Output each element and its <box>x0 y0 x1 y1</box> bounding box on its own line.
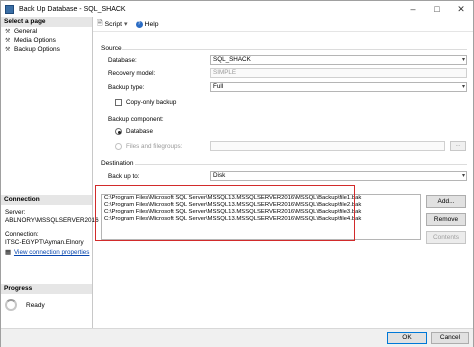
component-database-label: Database <box>126 128 153 135</box>
page-item-label: General <box>14 28 38 35</box>
back-up-to-label: Back up to: <box>108 173 140 180</box>
remove-button[interactable]: Remove <box>426 213 466 226</box>
properties-icon: ▦ <box>5 249 11 256</box>
page-item-backup-options[interactable]: ⚒ Backup Options <box>1 45 92 54</box>
progress-spinner-icon <box>5 299 17 311</box>
component-files-label: Files and filegroups: <box>126 143 183 150</box>
cancel-button[interactable]: Cancel <box>431 332 469 344</box>
chevron-down-icon: ▾ <box>461 84 465 90</box>
files-filegroups-field <box>210 141 445 151</box>
help-label: Help <box>144 20 159 28</box>
back-up-to-select[interactable]: Disk ▾ <box>210 171 467 181</box>
ok-button[interactable]: OK <box>387 332 427 344</box>
script-button[interactable]: 🗎 Script ▾ <box>97 19 130 30</box>
page-item-media-options[interactable]: ⚒ Media Options <box>1 36 92 45</box>
maximize-icon[interactable]: □ <box>425 1 449 17</box>
left-panel: Select a page ⚒ General ⚒ Media Options … <box>1 17 99 347</box>
connection-info: Server: ABLNORY\MSSQLSERVER2016 Connecti… <box>5 209 99 257</box>
add-button[interactable]: Add... <box>426 195 466 208</box>
script-label: Script <box>104 20 123 28</box>
help-icon: ? <box>135 20 143 28</box>
window-controls: – □ ✕ <box>401 1 473 17</box>
recovery-model-label: Recovery model: <box>108 70 156 77</box>
chevron-down-icon: ▾ <box>461 57 465 63</box>
copy-only-checkbox[interactable] <box>115 99 122 106</box>
help-button[interactable]: ? Help <box>135 20 159 28</box>
close-icon[interactable]: ✕ <box>449 1 473 17</box>
destination-section-label: Destination <box>101 160 134 167</box>
script-icon: 🗎 <box>97 19 103 27</box>
connection-label: Connection: <box>5 231 39 238</box>
back-up-to-value: Disk <box>213 172 226 179</box>
view-connection-properties-link[interactable]: View connection properties <box>14 249 90 257</box>
database-value: SQL_SHACK <box>213 56 251 63</box>
window-title: Back Up Database - SQL_SHACK <box>19 5 126 13</box>
server-value: ABLNORY\MSSQLSERVER2016 <box>5 217 99 224</box>
minimize-icon[interactable]: – <box>401 1 425 17</box>
wrench-icon: ⚒ <box>5 46 11 53</box>
component-files-radio[interactable] <box>115 143 122 150</box>
select-page-header: Select a page <box>1 17 92 27</box>
database-label: Database: <box>108 57 137 64</box>
backup-type-label: Backup type: <box>108 84 145 91</box>
progress-status-text: Ready <box>26 301 45 309</box>
backup-component-label: Backup component: <box>108 116 164 123</box>
browse-filegroups-button[interactable]: ... <box>450 141 466 151</box>
page-item-label: Backup Options <box>14 46 60 53</box>
wrench-icon: ⚒ <box>5 37 11 44</box>
contents-button[interactable]: Contents <box>426 231 466 244</box>
server-label: Server: <box>5 209 26 216</box>
backup-type-select[interactable]: Full ▾ <box>210 82 467 92</box>
app-icon <box>5 4 14 14</box>
chevron-down-icon: ▾ <box>461 173 465 179</box>
destination-divider <box>135 164 467 165</box>
wrench-icon: ⚒ <box>5 28 11 35</box>
copy-only-label: Copy-only backup <box>126 99 177 106</box>
database-select[interactable]: SQL_SHACK ▾ <box>210 55 467 65</box>
chevron-down-icon: ▾ <box>124 21 128 28</box>
backup-type-value: Full <box>213 83 224 90</box>
backup-dialog: Back Up Database - SQL_SHACK – □ ✕ Selec… <box>0 0 474 347</box>
title-bar: Back Up Database - SQL_SHACK – □ ✕ <box>1 1 473 17</box>
recovery-model-field: SIMPLE <box>210 68 467 78</box>
toolbar: 🗎 Script ▾ ? Help <box>93 17 473 32</box>
component-database-radio[interactable] <box>115 128 122 135</box>
source-section-label: Source <box>101 45 122 52</box>
view-connection-properties[interactable]: ▦ View connection properties <box>5 249 99 257</box>
progress-header: Progress <box>1 284 92 294</box>
recovery-model-value: SIMPLE <box>213 69 237 76</box>
highlight-annotation <box>95 185 355 241</box>
source-divider <box>122 49 467 50</box>
connection-value: ITSC-EGYPT\Ayman.Elnory <box>5 239 84 246</box>
page-item-label: Media Options <box>14 37 56 44</box>
page-item-general[interactable]: ⚒ General <box>1 27 92 36</box>
progress-status: Ready <box>5 299 45 311</box>
connection-header: Connection <box>1 195 92 205</box>
